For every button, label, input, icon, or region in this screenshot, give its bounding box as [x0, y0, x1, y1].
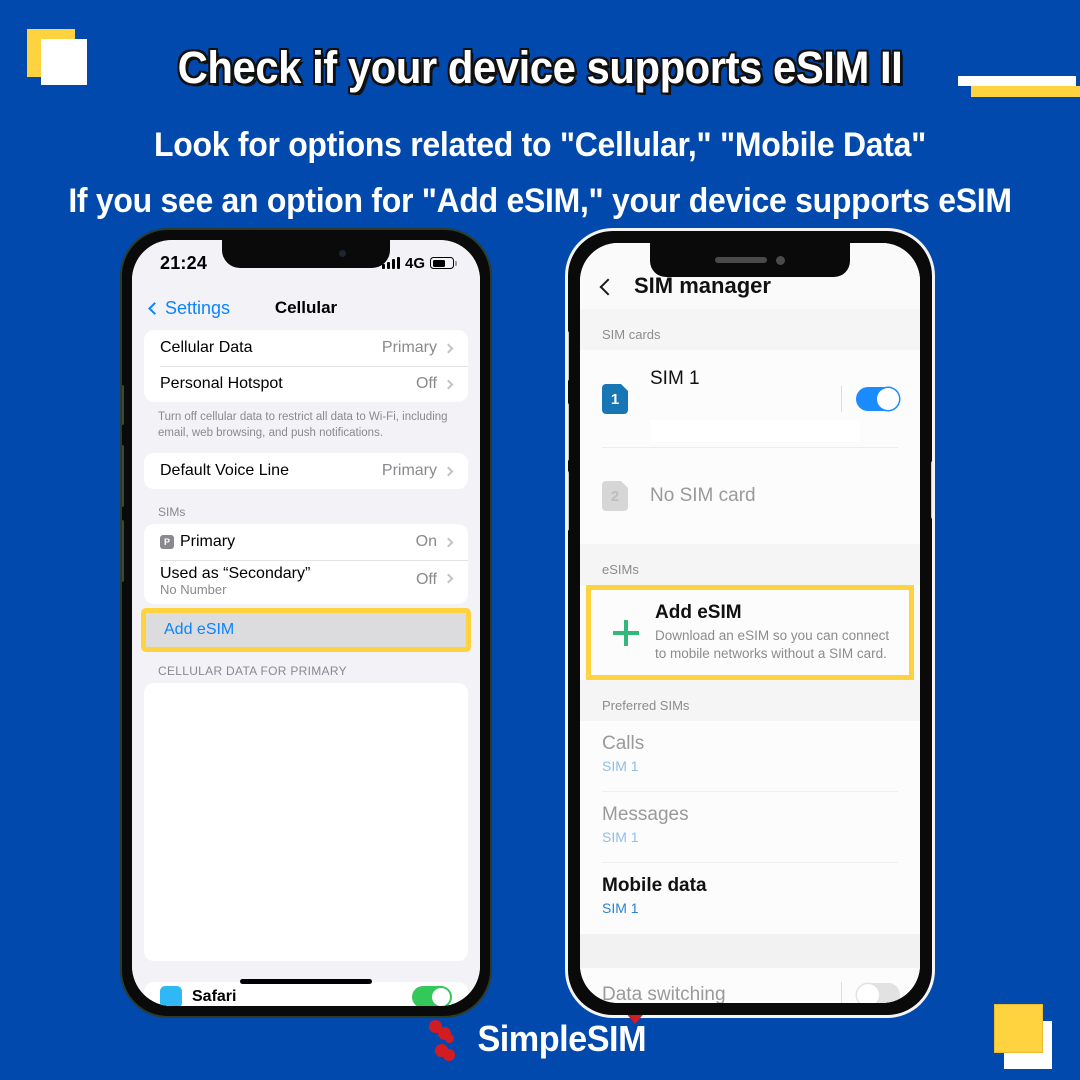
add-esim-button-android[interactable]: Add eSIM Download an eSIM so you can con… [586, 585, 914, 681]
cellular-data-app-list [144, 683, 468, 962]
iphone-notch [222, 240, 390, 268]
iphone-volume-up-button[interactable] [122, 445, 124, 507]
ios-settings-list: Cellular Data Primary Personal Hotspot O… [132, 330, 480, 1006]
android-volume-up-button[interactable] [568, 403, 569, 461]
row-preferred-mobile-data[interactable]: Mobile data SIM 1 [580, 863, 920, 935]
battery-icon [430, 257, 457, 269]
sim-1-toggle[interactable] [856, 387, 900, 411]
toggle-separator [841, 982, 842, 1003]
row-label: Cellular Data [160, 339, 253, 356]
row-preferred-messages[interactable]: Messages SIM 1 [580, 792, 920, 864]
plus-icon [613, 619, 639, 646]
row-sim-primary[interactable]: P Primary On [144, 524, 468, 560]
android-power-button[interactable] [931, 461, 932, 519]
android-notch [650, 243, 850, 277]
row-label: Used as “Secondary” [160, 565, 311, 583]
subtitle-line-2: If you see an option for "Add eSIM," you… [68, 182, 1012, 220]
row-value: On [415, 533, 437, 551]
row-data-switching[interactable]: Data switching [580, 968, 920, 1003]
data-switching-label: Data switching [602, 984, 726, 1003]
row-sim-1[interactable]: 1 SIM 1 [580, 350, 920, 448]
iphone-mockup: 21:24 4G Settings Cellular Cellular Data… [120, 228, 492, 1018]
row-cellular-data[interactable]: Cellular Data Primary [144, 330, 468, 366]
row-label: Personal Hotspot [160, 375, 283, 392]
data-switching-toggle[interactable] [856, 983, 900, 1003]
iphone-screen: 21:24 4G Settings Cellular Cellular Data… [132, 240, 480, 1006]
chevron-right-icon [443, 537, 454, 547]
home-indicator [240, 979, 372, 984]
back-label: Settings [165, 297, 231, 318]
chevron-right-icon [443, 466, 454, 476]
earpiece-speaker-icon [715, 257, 767, 263]
android-screen: SIM manager SIM cards 1 SIM 1 2 No SIM c… [580, 243, 920, 1003]
status-time: 21:24 [160, 252, 208, 273]
simplesim-logo-icon [429, 1018, 463, 1061]
preferred-label: Calls [602, 733, 645, 755]
row-label: Safari [192, 988, 237, 1005]
redacted-number-block [650, 420, 860, 442]
cellular-group-card: Cellular Data Primary Personal Hotspot O… [144, 330, 468, 402]
sim-cards-list: 1 SIM 1 2 No SIM card [580, 350, 920, 544]
brand-logo: SimpleSIM [0, 1015, 1080, 1061]
safari-toggle[interactable] [412, 986, 452, 1006]
add-esim-title: Add eSIM [655, 602, 742, 623]
cellular-data-section-header: CELLULAR DATA FOR PRIMARY [158, 664, 347, 679]
sim-chip-1-icon: 1 [602, 384, 628, 414]
row-sim-secondary[interactable]: Used as “Secondary” No Number Off [144, 560, 468, 604]
preferred-sims-section-header: Preferred SIMs [580, 680, 920, 722]
android-button-1[interactable] [568, 331, 569, 381]
page-title: Check if your device supports eSIM II [177, 42, 903, 93]
android-volume-down-button[interactable] [568, 471, 569, 531]
toggle-separator [841, 386, 842, 412]
chevron-right-icon [443, 573, 454, 584]
safari-icon [160, 986, 182, 1006]
preferred-value: SIM 1 [602, 900, 639, 917]
row-label: Primary [180, 533, 236, 551]
cellular-footnote: Turn off cellular data to restrict all d… [158, 411, 448, 439]
esims-section-header: eSIMs [580, 544, 920, 585]
sims-section-header: SIMs [158, 505, 186, 520]
row-value: Primary [381, 339, 437, 356]
status-network-label: 4G [404, 254, 425, 272]
chevron-right-icon [443, 379, 454, 389]
preferred-value: SIM 1 [602, 758, 639, 775]
row-sublabel: No Number [160, 582, 227, 598]
front-camera-icon [339, 250, 346, 257]
iphone-mute-button[interactable] [122, 385, 124, 425]
row-preferred-calls[interactable]: Calls SIM 1 [580, 721, 920, 793]
back-to-settings-button[interactable]: Settings [148, 297, 231, 319]
front-camera-icon [776, 255, 785, 265]
brand-name: SimpleSIM [478, 1015, 647, 1060]
subtitle-line-1: Look for options related to "Cellular," … [154, 126, 926, 164]
preferred-value: SIM 1 [602, 829, 639, 846]
add-esim-label: Add eSIM [164, 621, 235, 639]
row-default-voice-line[interactable]: Default Voice Line Primary [144, 453, 468, 489]
add-esim-button-ios[interactable]: Add eSIM [141, 608, 471, 653]
ios-nav-bar: Settings Cellular [132, 286, 480, 330]
iphone-volume-down-button[interactable] [122, 520, 124, 582]
row-personal-hotspot[interactable]: Personal Hotspot Off [144, 366, 468, 402]
row-value: Off [415, 375, 437, 392]
preferred-label: Mobile data [602, 875, 707, 897]
add-esim-description: Download an eSIM so you can connect to m… [655, 628, 890, 662]
section-gap [580, 934, 920, 969]
chevron-left-icon[interactable] [599, 278, 617, 296]
chevron-right-icon [443, 343, 454, 353]
sim-name: SIM 1 [650, 368, 700, 389]
row-no-sim-card: 2 No SIM card [580, 448, 920, 544]
preferred-label: Messages [602, 804, 689, 826]
row-safari[interactable]: Safari [144, 982, 468, 1006]
voice-line-card: Default Voice Line Primary [144, 453, 468, 490]
sims-card: P Primary On Used as “Secondary” No Numb… [144, 524, 468, 605]
android-mockup: SIM manager SIM cards 1 SIM 1 2 No SIM c… [565, 228, 935, 1018]
row-label: Default Voice Line [160, 462, 289, 480]
sim-cards-section-header: SIM cards [580, 309, 920, 350]
sim-badge-icon: P [160, 535, 174, 550]
sim-chip-2-icon: 2 [602, 481, 628, 511]
row-value: Off [415, 571, 437, 589]
sim-name: No SIM card [650, 485, 756, 506]
chevron-left-icon [148, 301, 161, 315]
row-value: Primary [381, 462, 437, 480]
